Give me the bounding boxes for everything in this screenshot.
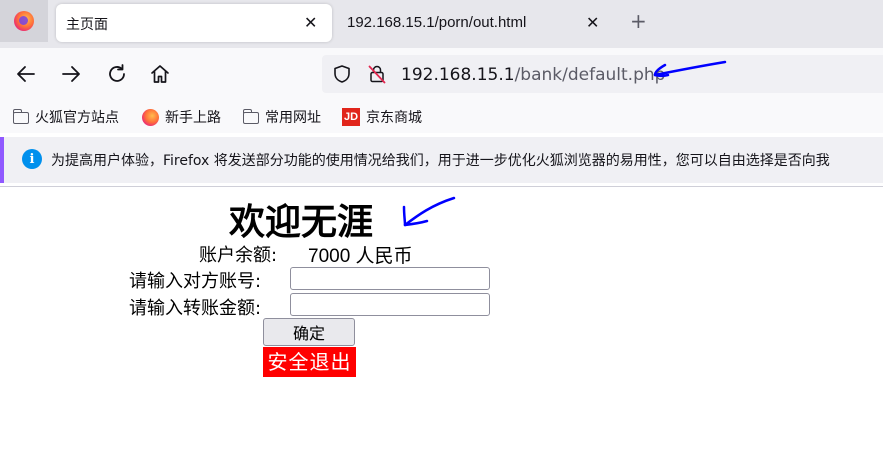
firefox-menu-button[interactable] [0,0,48,42]
forward-icon[interactable] [59,62,83,86]
bookmark-label: 京东商城 [366,110,422,126]
url-host: 192.168.15.1 [401,65,515,85]
firefox-icon [14,11,34,31]
tab-home[interactable]: 主页面 ✕ [56,4,332,42]
notification-bar: i 为提高用户体验，Firefox 将发送部分功能的使用情况给我们，用于进一步优… [0,137,883,183]
bookmark-item[interactable]: 常用网址 [242,107,321,127]
url-bar[interactable]: 192.168.15.1/bank/default.php [322,55,883,93]
tab-title: 192.168.15.1/porn/out.html [347,14,527,31]
amount-input[interactable] [290,293,490,316]
new-tab-button[interactable]: + [630,11,647,31]
confirm-button[interactable]: 确定 [263,318,355,346]
balance-label: 账户余额: [199,245,278,266]
info-icon: i [22,149,42,169]
bookmark-label: 新手上路 [165,110,221,126]
shield-icon[interactable] [332,64,352,84]
jd-icon: JD [342,108,360,126]
logout-button[interactable]: 安全退出 [263,347,356,377]
firefox-icon [142,108,159,126]
bookmark-item[interactable]: JD 京东商城 [342,107,422,127]
bookmark-label: 火狐官方站点 [35,110,119,126]
url-path: /bank/default.php [514,65,666,85]
bookmarks-bar: 火狐官方站点 新手上路 常用网址 JD 京东商城 [0,100,883,133]
annotation-arrow [402,196,456,227]
folder-icon [12,109,29,124]
back-icon[interactable] [14,62,38,86]
bookmark-label: 常用网址 [265,110,321,126]
balance-value: 7000 人民币 [308,246,413,267]
bookmark-item[interactable]: 火狐官方站点 [12,107,119,127]
home-icon[interactable] [148,62,172,86]
tab-title: 主页面 [66,17,108,33]
account-label: 请输入对方账号: [129,271,262,292]
account-input[interactable] [290,267,490,290]
page-title: 欢迎无涯 [229,202,374,243]
notification-text: 为提高用户体验，Firefox 将发送部分功能的使用情况给我们，用于进一步优化火… [51,153,830,169]
tab-out[interactable]: 192.168.15.1/porn/out.html ✕ [338,4,618,42]
tab-bar: 主页面 ✕ 192.168.15.1/porn/out.html ✕ + [0,0,883,48]
reload-icon[interactable] [105,62,129,86]
folder-icon [242,109,259,124]
bookmark-item[interactable]: 新手上路 [142,107,221,127]
amount-label: 请输入转账金额: [129,298,262,319]
navigation-bar: 192.168.15.1/bank/default.php [0,48,883,100]
annotation-underline-arrow [653,60,727,77]
close-icon[interactable]: ✕ [586,15,599,31]
divider [0,186,883,187]
url-text[interactable]: 192.168.15.1/bank/default.php [401,65,665,85]
insecure-lock-icon[interactable] [367,64,387,84]
close-icon[interactable]: ✕ [304,15,317,31]
